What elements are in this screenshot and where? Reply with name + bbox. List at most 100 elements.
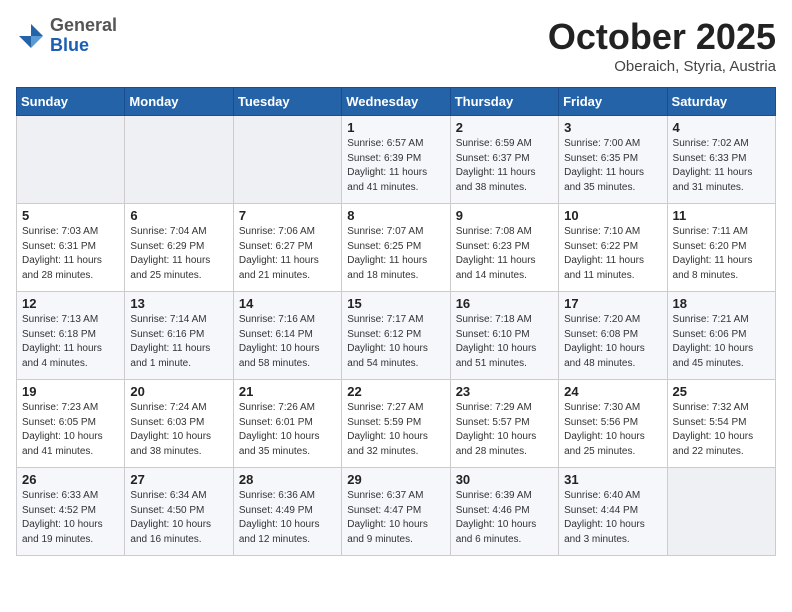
calendar-cell: 14Sunrise: 7:16 AM Sunset: 6:14 PM Dayli…	[233, 292, 341, 380]
week-row-1: 5Sunrise: 7:03 AM Sunset: 6:31 PM Daylig…	[17, 204, 776, 292]
day-info: Sunrise: 6:57 AM Sunset: 6:39 PM Dayligh…	[347, 137, 444, 195]
calendar-cell	[17, 116, 125, 204]
day-number: 27	[130, 472, 227, 487]
day-info: Sunrise: 7:07 AM Sunset: 6:25 PM Dayligh…	[347, 225, 444, 283]
day-info: Sunrise: 6:33 AM Sunset: 4:52 PM Dayligh…	[22, 489, 119, 547]
header-saturday: Saturday	[667, 88, 775, 116]
calendar-cell: 30Sunrise: 6:39 AM Sunset: 4:46 PM Dayli…	[450, 468, 558, 556]
calendar-cell: 10 Sunrise: 7:10 AM Sunset: 6:22 PM Dayli…	[559, 204, 667, 292]
day-number: 21	[239, 384, 336, 399]
day-info: Sunrise: 7:06 AM Sunset: 6:27 PM Dayligh…	[239, 225, 336, 283]
day-number: 31	[564, 472, 661, 487]
calendar-cell: 24 Sunrise: 7:30 AM Sunset: 5:56 PM Dayli…	[559, 380, 667, 468]
day-number: 25	[673, 384, 770, 399]
calendar-cell: 11 Sunrise: 7:11 AM Sunset: 6:20 PM Dayli…	[667, 204, 775, 292]
day-number: 20	[130, 384, 227, 399]
calendar-cell: 15 Sunrise: 7:17 AM Sunset: 6:12 PM Dayli…	[342, 292, 450, 380]
calendar-cell: 16 Sunrise: 7:18 AM Sunset: 6:10 PM Dayli…	[450, 292, 558, 380]
header-friday: Friday	[559, 88, 667, 116]
calendar-cell: 8 Sunrise: 7:07 AM Sunset: 6:25 PM Daylig…	[342, 204, 450, 292]
calendar-cell: 12Sunrise: 7:13 AM Sunset: 6:18 PM Dayli…	[17, 292, 125, 380]
day-info: Sunrise: 7:13 AM Sunset: 6:18 PM Dayligh…	[22, 313, 119, 371]
day-number: 19	[22, 384, 119, 399]
day-number: 10	[564, 208, 661, 223]
header-sunday: Sunday	[17, 88, 125, 116]
day-number: 8	[347, 208, 444, 223]
calendar-cell: 29 Sunrise: 6:37 AM Sunset: 4:47 PM Dayli…	[342, 468, 450, 556]
day-number: 24	[564, 384, 661, 399]
day-info: Sunrise: 7:16 AM Sunset: 6:14 PM Dayligh…	[239, 313, 336, 371]
calendar-cell: 28 Sunrise: 6:36 AM Sunset: 4:49 PM Dayli…	[233, 468, 341, 556]
header-thursday: Thursday	[450, 88, 558, 116]
day-info: Sunrise: 7:24 AM Sunset: 6:03 PM Dayligh…	[130, 401, 227, 459]
day-number: 15	[347, 296, 444, 311]
day-number: 29	[347, 472, 444, 487]
day-info: Sunrise: 7:04 AM Sunset: 6:29 PM Dayligh…	[130, 225, 227, 283]
day-info: Sunrise: 7:29 AM Sunset: 5:57 PM Dayligh…	[456, 401, 553, 459]
day-number: 18	[673, 296, 770, 311]
calendar-cell: 13 Sunrise: 7:14 AM Sunset: 6:16 PM Dayli…	[125, 292, 233, 380]
day-info: Sunrise: 7:30 AM Sunset: 5:56 PM Dayligh…	[564, 401, 661, 459]
week-row-3: 19Sunrise: 7:23 AM Sunset: 6:05 PM Dayli…	[17, 380, 776, 468]
day-info: Sunrise: 7:32 AM Sunset: 5:54 PM Dayligh…	[673, 401, 770, 459]
day-info: Sunrise: 6:40 AM Sunset: 4:44 PM Dayligh…	[564, 489, 661, 547]
day-info: Sunrise: 7:11 AM Sunset: 6:20 PM Dayligh…	[673, 225, 770, 283]
day-info: Sunrise: 7:17 AM Sunset: 6:12 PM Dayligh…	[347, 313, 444, 371]
day-number: 13	[130, 296, 227, 311]
day-number: 3	[564, 120, 661, 135]
day-number: 4	[673, 120, 770, 135]
calendar-header: SundayMondayTuesdayWednesdayThursdayFrid…	[17, 88, 776, 116]
calendar-cell	[233, 116, 341, 204]
day-info: Sunrise: 7:20 AM Sunset: 6:08 PM Dayligh…	[564, 313, 661, 371]
day-info: Sunrise: 7:02 AM Sunset: 6:33 PM Dayligh…	[673, 137, 770, 195]
day-info: Sunrise: 6:39 AM Sunset: 4:46 PM Dayligh…	[456, 489, 553, 547]
calendar-cell: 20 Sunrise: 7:24 AM Sunset: 6:03 PM Dayli…	[125, 380, 233, 468]
day-info: Sunrise: 6:59 AM Sunset: 6:37 PM Dayligh…	[456, 137, 553, 195]
day-info: Sunrise: 7:00 AM Sunset: 6:35 PM Dayligh…	[564, 137, 661, 195]
day-number: 16	[456, 296, 553, 311]
calendar-subtitle: Oberaich, Styria, Austria	[548, 58, 776, 75]
logo-blue: Blue	[50, 35, 89, 55]
day-info: Sunrise: 7:03 AM Sunset: 6:31 PM Dayligh…	[22, 225, 119, 283]
day-number: 9	[456, 208, 553, 223]
calendar-cell: 19Sunrise: 7:23 AM Sunset: 6:05 PM Dayli…	[17, 380, 125, 468]
day-number: 26	[22, 472, 119, 487]
logo-text: General Blue	[50, 16, 117, 56]
calendar-cell: 21 Sunrise: 7:26 AM Sunset: 6:01 PM Dayli…	[233, 380, 341, 468]
day-number: 22	[347, 384, 444, 399]
calendar-cell: 7 Sunrise: 7:06 AM Sunset: 6:27 PM Daylig…	[233, 204, 341, 292]
calendar-cell: 6Sunrise: 7:04 AM Sunset: 6:29 PM Daylig…	[125, 204, 233, 292]
week-row-4: 26 Sunrise: 6:33 AM Sunset: 4:52 PM Dayli…	[17, 468, 776, 556]
day-info: Sunrise: 7:27 AM Sunset: 5:59 PM Dayligh…	[347, 401, 444, 459]
week-row-2: 12Sunrise: 7:13 AM Sunset: 6:18 PM Dayli…	[17, 292, 776, 380]
calendar-cell: 2 Sunrise: 6:59 AM Sunset: 6:37 PM Daylig…	[450, 116, 558, 204]
day-number: 1	[347, 120, 444, 135]
calendar-cell: 1 Sunrise: 6:57 AM Sunset: 6:39 PM Daylig…	[342, 116, 450, 204]
day-info: Sunrise: 6:34 AM Sunset: 4:50 PM Dayligh…	[130, 489, 227, 547]
day-number: 2	[456, 120, 553, 135]
day-info: Sunrise: 7:18 AM Sunset: 6:10 PM Dayligh…	[456, 313, 553, 371]
logo-general: General	[50, 15, 117, 35]
calendar-cell: 25 Sunrise: 7:32 AM Sunset: 5:54 PM Dayli…	[667, 380, 775, 468]
day-number: 28	[239, 472, 336, 487]
day-info: Sunrise: 7:21 AM Sunset: 6:06 PM Dayligh…	[673, 313, 770, 371]
day-info: Sunrise: 7:08 AM Sunset: 6:23 PM Dayligh…	[456, 225, 553, 283]
calendar-cell: 5Sunrise: 7:03 AM Sunset: 6:31 PM Daylig…	[17, 204, 125, 292]
week-row-0: 1 Sunrise: 6:57 AM Sunset: 6:39 PM Daylig…	[17, 116, 776, 204]
calendar-cell: 23Sunrise: 7:29 AM Sunset: 5:57 PM Dayli…	[450, 380, 558, 468]
calendar-cell: 3 Sunrise: 7:00 AM Sunset: 6:35 PM Daylig…	[559, 116, 667, 204]
day-info: Sunrise: 6:36 AM Sunset: 4:49 PM Dayligh…	[239, 489, 336, 547]
calendar-cell: 18 Sunrise: 7:21 AM Sunset: 6:06 PM Dayli…	[667, 292, 775, 380]
day-number: 7	[239, 208, 336, 223]
header-row: SundayMondayTuesdayWednesdayThursdayFrid…	[17, 88, 776, 116]
day-number: 11	[673, 208, 770, 223]
day-info: Sunrise: 7:26 AM Sunset: 6:01 PM Dayligh…	[239, 401, 336, 459]
calendar-cell: 27 Sunrise: 6:34 AM Sunset: 4:50 PM Dayli…	[125, 468, 233, 556]
calendar-cell: 26 Sunrise: 6:33 AM Sunset: 4:52 PM Dayli…	[17, 468, 125, 556]
calendar-table: SundayMondayTuesdayWednesdayThursdayFrid…	[16, 87, 776, 556]
day-info: Sunrise: 7:10 AM Sunset: 6:22 PM Dayligh…	[564, 225, 661, 283]
header-wednesday: Wednesday	[342, 88, 450, 116]
day-info: Sunrise: 6:37 AM Sunset: 4:47 PM Dayligh…	[347, 489, 444, 547]
title-block: October 2025 Oberaich, Styria, Austria	[548, 16, 776, 75]
day-info: Sunrise: 7:14 AM Sunset: 6:16 PM Dayligh…	[130, 313, 227, 371]
